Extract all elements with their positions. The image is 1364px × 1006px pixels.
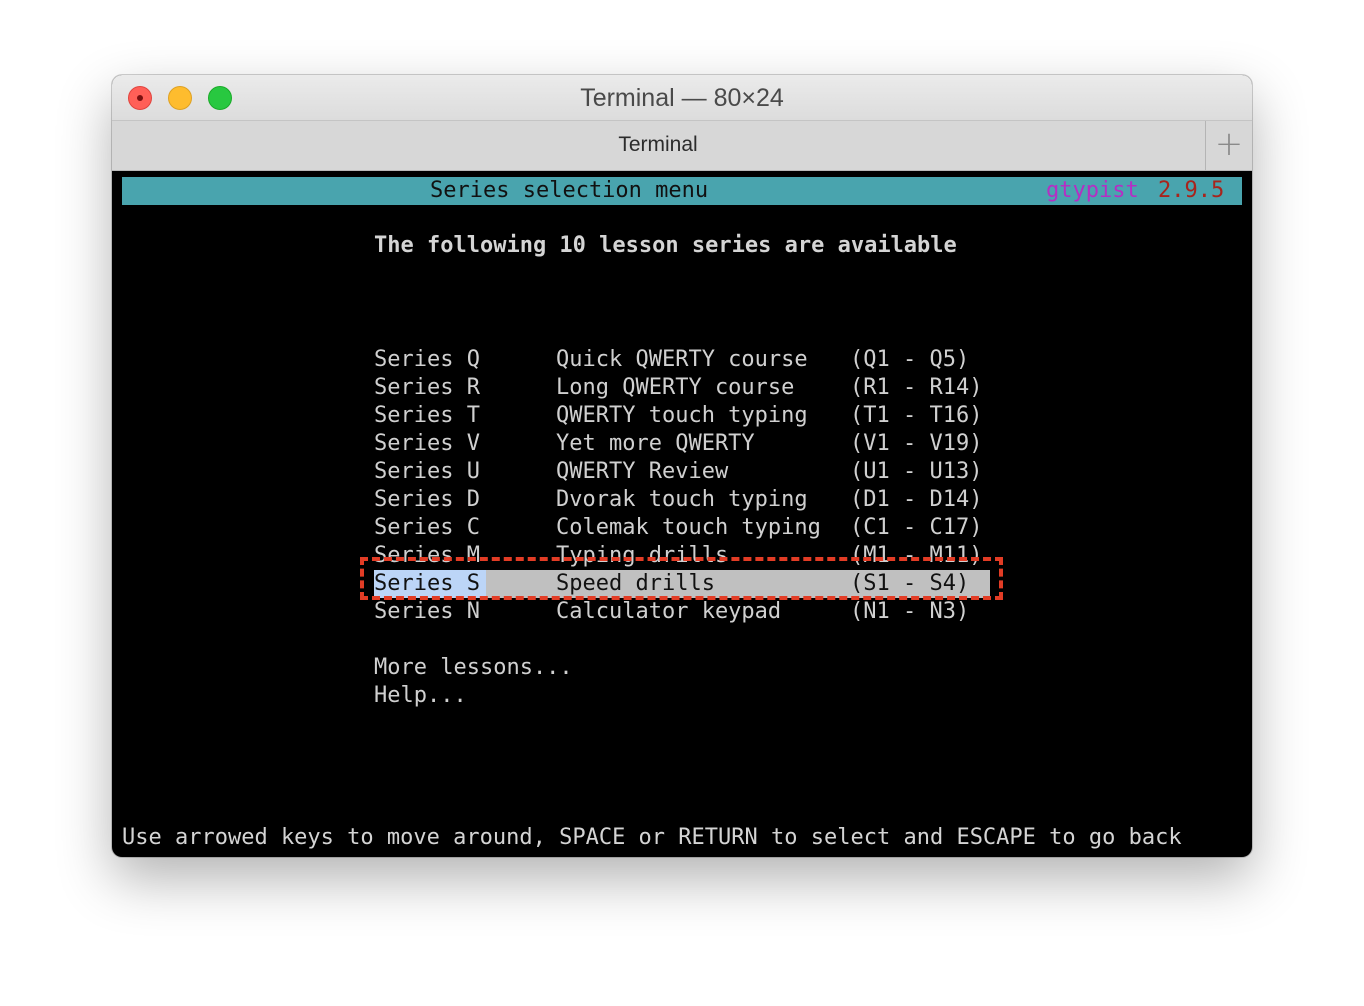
menu-item-more-lessons[interactable]: More lessons...	[374, 626, 990, 680]
menu-item-series[interactable]: Series T QWERTY touch typing (T1 - T16)	[374, 402, 990, 430]
series-description: Speed drills	[556, 571, 715, 596]
menu-item-series[interactable]: Series D Dvorak touch typing (D1 - D14)	[374, 486, 990, 514]
lesson-range: (D1 - D14)	[850, 487, 983, 512]
title-bar[interactable]: Terminal — 80×24	[112, 75, 1252, 121]
series-name: Series D	[374, 487, 480, 512]
series-description: Quick QWERTY course	[556, 347, 808, 372]
series-description: Calculator keypad	[556, 599, 782, 624]
lesson-range: (T1 - T16)	[850, 403, 983, 428]
series-description: Colemak touch typing	[556, 515, 821, 540]
tab-bar: Terminal +	[112, 121, 1252, 171]
lesson-range: (U1 - U13)	[850, 459, 983, 484]
menu-item-series[interactable]: Series V Yet more QWERTY (V1 - V19)	[374, 430, 990, 458]
terminal-window: Terminal — 80×24 Terminal + Series selec…	[112, 75, 1252, 857]
terminal-content[interactable]: Series selection menu gtypist 2.9.5 The …	[122, 176, 1242, 852]
lesson-range: (S1 - S4)	[850, 571, 970, 596]
series-description: Typing drills	[556, 543, 729, 568]
series-description: Dvorak touch typing	[556, 487, 808, 512]
series-name: Series C	[374, 515, 480, 540]
menu-item-help[interactable]: Help...	[374, 654, 990, 708]
help-footer: Use arrowed keys to move around, SPACE o…	[122, 825, 1182, 850]
series-name: Series M	[374, 543, 480, 568]
menu-item-series[interactable]: Series U QWERTY Review (U1 - U13)	[374, 458, 990, 486]
series-description: QWERTY Review	[556, 459, 729, 484]
menu-subtitle: The following 10 lesson series are avail…	[374, 233, 957, 258]
menu-item-series[interactable]: Series M Typing drills (M1 - M11)	[374, 542, 990, 570]
new-tab-button[interactable]: +	[1205, 121, 1252, 170]
window-title: Terminal — 80×24	[580, 84, 784, 112]
menu-item-series[interactable]: Series N Calculator keypad (N1 - N3)	[374, 598, 990, 626]
series-name: Series T	[374, 403, 480, 428]
menu-header-bar: Series selection menu gtypist 2.9.5	[122, 177, 1242, 205]
series-description: Long QWERTY course	[556, 375, 795, 400]
menu-item-label: Help...	[374, 683, 467, 708]
menu-title: Series selection menu	[430, 178, 709, 203]
lesson-range: (N1 - N3)	[850, 599, 970, 624]
plus-icon: +	[1214, 124, 1244, 164]
lesson-range: (C1 - C17)	[850, 515, 983, 540]
menu-item-series[interactable]: Series S Speed drills (S1 - S4)	[374, 570, 990, 598]
series-name: Series V	[374, 431, 480, 456]
lesson-range: (Q1 - Q5)	[850, 347, 970, 372]
app-version: 2.9.5	[1158, 178, 1225, 203]
series-name: Series Q	[374, 347, 480, 372]
menu-item-series[interactable]: Series C Colemak touch typing (C1 - C17)	[374, 514, 990, 542]
lesson-range: (V1 - V19)	[850, 431, 983, 456]
series-name: Series N	[374, 599, 480, 624]
series-name: Series S	[374, 570, 486, 598]
series-name: Series R	[374, 375, 480, 400]
menu-item-series[interactable]: Series R Long QWERTY course (R1 - R14)	[374, 374, 990, 402]
tab-terminal[interactable]: Terminal	[112, 133, 1204, 157]
series-name: Series U	[374, 459, 480, 484]
menu-item-series[interactable]: Series Q Quick QWERTY course (Q1 - Q5)	[374, 346, 990, 374]
series-description: QWERTY touch typing	[556, 403, 808, 428]
app-name: gtypist	[1046, 178, 1139, 203]
lesson-range: (M1 - M11)	[850, 543, 983, 568]
lesson-range: (R1 - R14)	[850, 375, 983, 400]
series-description: Yet more QWERTY	[556, 431, 755, 456]
